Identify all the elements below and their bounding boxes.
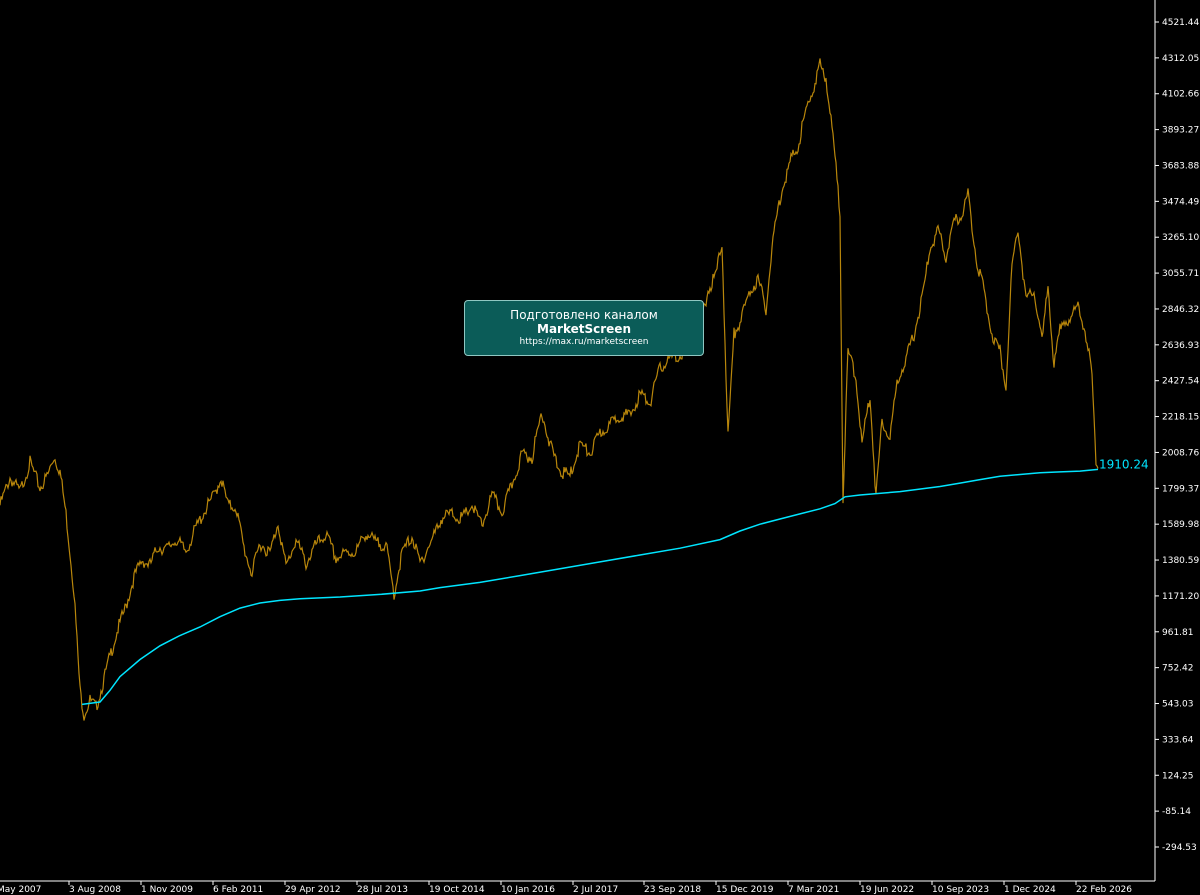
price-tick-label: 1171.20: [1162, 592, 1199, 602]
time-tick-label: 19 Oct 2014: [429, 885, 485, 895]
price-tick-label: 2218.15: [1162, 413, 1199, 423]
time-tick-label: 10 Jan 2016: [501, 885, 555, 895]
banner-link: https://max.ru/marketscreen: [519, 337, 649, 347]
price-tick-label: -294.53: [1162, 843, 1197, 853]
price-tick-label: 3055.71: [1162, 269, 1199, 279]
time-tick-label: 22 Feb 2026: [1076, 885, 1132, 895]
time-tick-label: 10 Sep 2023: [932, 885, 989, 895]
time-tick-label: 28 Jul 2013: [357, 885, 408, 895]
chart-background: [0, 0, 1200, 895]
price-tick-label: 4102.66: [1162, 90, 1199, 100]
price-tick-label: -85.14: [1162, 807, 1191, 817]
price-tick-label: 2427.54: [1162, 377, 1199, 387]
watermark-banner: Подготовлено каналом MarketScreen https:…: [464, 300, 704, 356]
time-tick-label: May 2007: [0, 885, 41, 895]
price-tick-label: 333.64: [1162, 735, 1194, 745]
price-tick-label: 961.81: [1162, 628, 1194, 638]
price-tick-label: 752.42: [1162, 664, 1194, 674]
banner-title: Подготовлено каналом: [510, 308, 658, 322]
price-tick-label: 2846.32: [1162, 305, 1199, 315]
time-tick-label: 29 Apr 2012: [285, 885, 341, 895]
price-tick-label: 124.25: [1162, 771, 1194, 781]
price-tick-label: 1799.37: [1162, 484, 1199, 494]
time-tick-label: 23 Sep 2018: [644, 885, 701, 895]
price-tick-label: 2636.93: [1162, 341, 1199, 351]
price-tick-label: 3474.49: [1162, 197, 1199, 207]
price-tick-label: 3683.88: [1162, 161, 1199, 171]
price-tick-label: 4521.44: [1162, 18, 1199, 28]
price-chart[interactable]: 4521.44 4312.05 4102.66 3893.27 3683.88 3474.…: [0, 0, 1200, 895]
price-tick-label: 543.03: [1162, 700, 1194, 710]
price-tick-label: 3265.10: [1162, 233, 1199, 243]
price-tick-label: 1589.98: [1162, 520, 1199, 530]
last-value-label: 1910.24: [1099, 457, 1149, 471]
price-tick-label: 4312.05: [1162, 54, 1199, 64]
time-tick-label: 15 Dec 2019: [716, 885, 774, 895]
time-tick-label: 7 Mar 2021: [788, 885, 839, 895]
time-tick-label: 2 Jul 2017: [573, 885, 618, 895]
time-tick-label: 1 Nov 2009: [141, 885, 193, 895]
time-tick-label: 6 Feb 2011: [213, 885, 263, 895]
price-tick-label: 3893.27: [1162, 126, 1199, 136]
time-tick-label: 3 Aug 2008: [69, 885, 121, 895]
price-tick-label: 1380.59: [1162, 556, 1199, 566]
price-tick-label: 2008.76: [1162, 448, 1199, 458]
time-tick-label: 1 Dec 2024: [1004, 885, 1056, 895]
time-tick-label: 19 Jun 2022: [860, 885, 914, 895]
banner-channel-name: MarketScreen: [537, 322, 631, 336]
